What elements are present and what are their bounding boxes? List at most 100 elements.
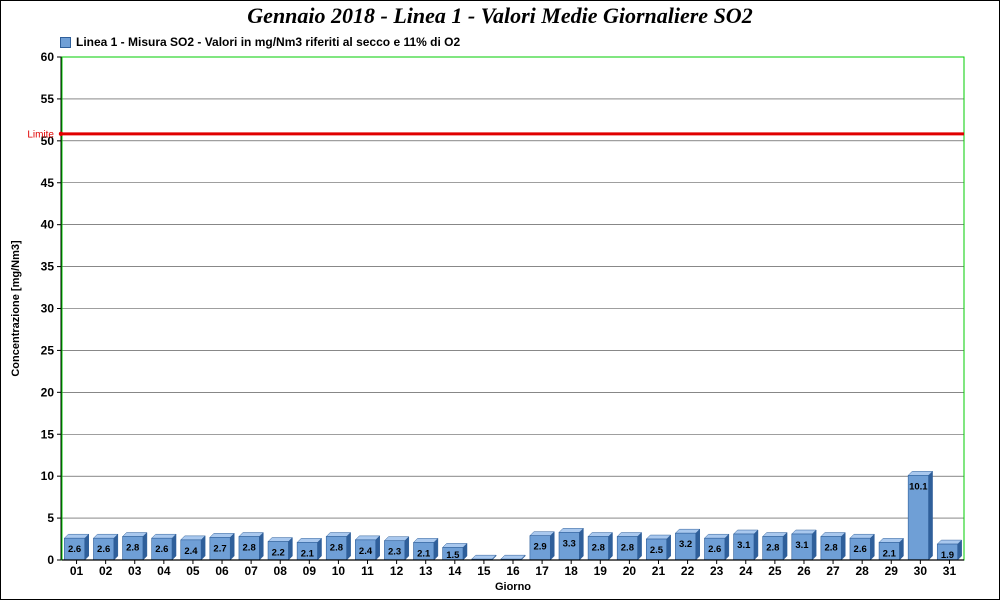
- bar-value-label: 2.8: [621, 543, 634, 554]
- bar-top: [616, 532, 643, 537]
- bar-top: [121, 532, 148, 537]
- bar-value-label: 2.1: [883, 548, 897, 559]
- bar-side: [782, 531, 788, 561]
- x-tick-label: 01: [70, 564, 84, 578]
- bar-side: [928, 470, 933, 561]
- x-tick-label: 27: [826, 564, 840, 578]
- bar-top: [645, 534, 672, 540]
- bar-value-label: 2.1: [417, 548, 431, 559]
- bar-side: [84, 533, 89, 561]
- x-tick-label: 06: [215, 564, 229, 578]
- bar-top: [529, 531, 555, 536]
- bar-value-label: 2.5: [650, 545, 664, 556]
- x-tick-label: 17: [535, 564, 549, 578]
- bar-side: [550, 531, 555, 561]
- bar: [471, 554, 497, 561]
- y-tick-label: 40: [41, 218, 55, 232]
- bar-side: [695, 528, 701, 561]
- bar-top: [383, 536, 410, 541]
- bar-value-label: 2.6: [97, 544, 110, 555]
- chart-plot: 2.6 2.6 2.8 2.6 2.4 2.7 2.8 2.2 2.1 2.8 2.4 2.3 2.1 1…: [10, 50, 965, 593]
- bar-top: [151, 533, 177, 539]
- bar-side: [753, 529, 759, 561]
- x-tick-label: 18: [565, 564, 579, 578]
- bar-value-label: 2.6: [68, 544, 81, 555]
- x-tick-label: 09: [303, 564, 317, 578]
- x-tick-label: 12: [390, 564, 404, 578]
- bar-side: [579, 527, 584, 561]
- bar-value-label: 2.1: [301, 548, 315, 559]
- bar-top: [820, 532, 846, 537]
- x-tick-label: 28: [855, 564, 869, 578]
- y-tick-label: 35: [41, 260, 55, 274]
- grid-layer: [62, 98, 964, 519]
- bar-side: [113, 533, 119, 561]
- x-tick-label: 07: [244, 564, 258, 578]
- bar-value-label: 2.3: [388, 547, 401, 558]
- bar-top: [412, 538, 439, 543]
- y-tick-label: 45: [41, 176, 55, 190]
- bar-top: [209, 533, 235, 538]
- bar-side: [811, 529, 817, 561]
- x-tick-label: 19: [594, 564, 608, 578]
- bar-top: [325, 532, 352, 537]
- bar-top: [180, 535, 206, 541]
- bar-top: [732, 529, 759, 535]
- bar-side: [229, 532, 235, 561]
- bar-side: [724, 533, 730, 561]
- y-tick-label: 20: [41, 385, 55, 399]
- x-tick-label: 23: [710, 564, 724, 578]
- y-tick-label: 5: [47, 511, 54, 525]
- x-tick-label: 13: [419, 564, 433, 578]
- x-tick-label: 03: [128, 564, 142, 578]
- bar-value-label: 2.8: [824, 543, 837, 554]
- bar-top: [791, 529, 817, 535]
- x-tick-label: 02: [99, 564, 113, 578]
- bar-value-label: 2.4: [359, 546, 373, 557]
- x-tick-label: 16: [506, 564, 520, 578]
- bar-top: [674, 528, 701, 534]
- bar-value-label: 2.6: [155, 544, 168, 555]
- x-tick-label: 04: [157, 564, 171, 578]
- x-axis-title: Giorno: [495, 581, 531, 593]
- bar-side: [259, 531, 264, 561]
- bar-top: [907, 471, 934, 476]
- bar-top: [354, 535, 381, 541]
- bar-value-label: 10.1: [909, 481, 928, 492]
- bar-side: [608, 531, 613, 561]
- bar-value-label: 3.2: [679, 539, 692, 550]
- limit-marker: [58, 131, 64, 137]
- axis-layer: 05101520253035404550556001 02 03 04 05 06 07 08…: [10, 50, 965, 593]
- bar-value-label: 2.8: [126, 543, 139, 554]
- bar-value-label: 1.9: [941, 550, 954, 561]
- bar-value-label: 2.8: [766, 543, 779, 554]
- bar-top: [762, 532, 788, 537]
- y-tick-label: 15: [41, 427, 55, 441]
- bar-top: [92, 533, 119, 539]
- bar-side: [840, 531, 846, 561]
- bar-top: [296, 538, 323, 543]
- bar-top: [500, 554, 526, 560]
- bar-top: [878, 538, 905, 543]
- bar-top: [267, 537, 294, 542]
- limit-line-label: Limite: [27, 129, 54, 140]
- bar-value-label: 2.8: [330, 543, 343, 554]
- x-tick-label: 05: [186, 564, 200, 578]
- bar-top: [558, 528, 584, 533]
- bar-top: [442, 543, 468, 548]
- bar-value-label: 2.2: [272, 548, 285, 559]
- x-tick-label: 26: [797, 564, 811, 578]
- bar-value-label: 2.6: [708, 544, 721, 555]
- x-tick-label: 29: [885, 564, 899, 578]
- bar-side: [637, 531, 642, 561]
- y-tick-label: 30: [41, 302, 55, 316]
- bar-side: [142, 531, 148, 561]
- x-tick-label: 20: [623, 564, 637, 578]
- bar-value-label: 2.8: [243, 543, 256, 554]
- x-tick-label: 10: [332, 564, 346, 578]
- bar-value-label: 2.9: [533, 542, 546, 553]
- y-tick-label: 0: [47, 553, 54, 567]
- x-tick-label: 25: [768, 564, 782, 578]
- bar-value-label: 2.6: [854, 544, 867, 555]
- bar-side: [346, 531, 351, 561]
